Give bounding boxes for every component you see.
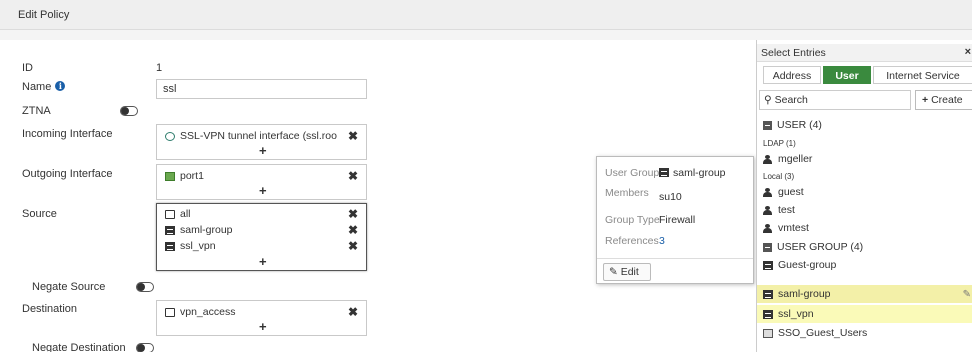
collapse-icon — [763, 120, 772, 130]
add-icon[interactable]: + — [259, 184, 267, 197]
user-icon — [763, 223, 773, 233]
header-divider — [0, 30, 972, 40]
list-item-saml-group[interactable]: saml-group ✎ — [757, 285, 972, 303]
address-icon — [165, 307, 175, 317]
port-icon — [165, 171, 175, 181]
search-icon: ⚲ — [764, 94, 772, 106]
tab-internet-service[interactable]: Internet Service — [873, 66, 972, 84]
address-icon — [165, 209, 175, 219]
incoming-entry: SSL-VPN tunnel interface (ssl.roo — [165, 129, 337, 143]
ssl-tunnel-icon — [165, 131, 175, 141]
name-label: Name i — [22, 81, 66, 93]
negate-source-toggle[interactable] — [136, 282, 154, 292]
members-value: su10 — [659, 191, 682, 203]
title-bar: Edit Policy — [0, 0, 972, 30]
user-group-value: saml-group — [659, 167, 726, 179]
select-entries-panel: Select Entries × Address User Internet S… — [756, 40, 972, 352]
edit-pencil-icon[interactable]: ✎ — [963, 289, 971, 300]
destination-label: Destination — [22, 303, 78, 315]
local-label: Local (3) — [763, 171, 795, 181]
destination-entry: vpn_access — [165, 305, 235, 319]
user-group-icon — [763, 289, 773, 299]
tab-user[interactable]: User — [823, 66, 871, 84]
search-input[interactable]: ⚲ Search — [759, 90, 911, 110]
list-item-vmtest[interactable]: vmtest — [757, 219, 972, 237]
list-item-guest[interactable]: guest — [757, 183, 972, 201]
panel-header: Select Entries × — [757, 44, 972, 62]
ztna-label: ZTNA — [22, 105, 51, 117]
outgoing-interface-label: Outgoing Interface — [22, 168, 113, 180]
add-icon[interactable]: + — [259, 255, 267, 268]
ldap-label: LDAP (1) — [763, 138, 796, 148]
close-icon[interactable]: × — [965, 46, 971, 58]
remove-icon[interactable]: ✖ — [348, 170, 358, 182]
references-link[interactable]: 3 — [659, 235, 665, 247]
list-item-mgeller[interactable]: mgeller — [757, 150, 972, 168]
create-button[interactable]: + Create — [915, 90, 972, 110]
negate-destination-label: Negate Destination — [32, 342, 126, 352]
edit-button[interactable]: ✎ Edit — [603, 263, 651, 281]
source-entry-all: all — [165, 207, 191, 221]
remove-icon[interactable]: ✖ — [348, 208, 358, 220]
incoming-interface-field[interactable]: SSL-VPN tunnel interface (ssl.roo ✖ + — [156, 124, 367, 160]
name-input[interactable]: ssl — [156, 79, 367, 99]
id-value: 1 — [156, 62, 163, 74]
panel-title: Select Entries — [761, 47, 826, 59]
user-group-key: User Group — [605, 167, 660, 179]
references-key: References — [605, 235, 659, 247]
user-group-icon — [659, 168, 669, 177]
sso-group-icon — [763, 328, 773, 338]
user-group-icon — [165, 225, 175, 235]
outgoing-entry: port1 — [165, 169, 204, 183]
user-icon — [763, 205, 773, 215]
user-section-header[interactable]: USER (4) — [757, 116, 972, 134]
remove-icon[interactable]: ✖ — [348, 240, 358, 252]
list-item-sso-guest-users[interactable]: SSO_Guest_Users — [757, 324, 972, 342]
destination-field[interactable]: vpn_access ✖ + — [156, 300, 367, 336]
remove-icon[interactable]: ✖ — [348, 130, 358, 142]
add-icon[interactable]: + — [259, 144, 267, 157]
source-entry-saml-group: saml-group — [165, 223, 233, 237]
user-group-section-header[interactable]: USER GROUP (4) — [757, 238, 972, 256]
collapse-icon — [763, 242, 772, 252]
negate-source-label: Negate Source — [32, 281, 106, 293]
negate-destination-toggle[interactable] — [136, 343, 154, 352]
window-title: Edit Policy — [18, 9, 70, 21]
add-icon[interactable]: + — [259, 320, 267, 333]
user-group-icon — [763, 260, 773, 270]
group-type-value: Firewall — [659, 214, 696, 226]
outgoing-interface-field[interactable]: port1 ✖ + — [156, 164, 367, 200]
source-entry-ssl-vpn: ssl_vpn — [165, 239, 216, 253]
incoming-interface-label: Incoming Interface — [22, 128, 113, 140]
list-item-guest-group[interactable]: Guest-group — [757, 256, 972, 274]
ztna-toggle[interactable] — [120, 106, 138, 116]
list-item-test[interactable]: test — [757, 201, 972, 219]
source-field[interactable]: all ✖ saml-group ✖ ssl_vpn ✖ + — [156, 203, 367, 271]
members-key: Members — [605, 187, 649, 199]
group-type-key: Group Type — [605, 214, 660, 226]
user-icon — [763, 187, 773, 197]
remove-icon[interactable]: ✖ — [348, 306, 358, 318]
list-item-ssl-vpn[interactable]: ssl_vpn — [757, 305, 972, 323]
remove-icon[interactable]: ✖ — [348, 224, 358, 236]
user-icon — [763, 154, 773, 164]
tab-address[interactable]: Address — [763, 66, 821, 84]
user-group-icon — [763, 309, 773, 319]
divider — [597, 258, 753, 259]
info-icon[interactable]: i — [55, 81, 66, 91]
id-label: ID — [22, 62, 33, 74]
user-group-tooltip: User Group saml-group Members su10 Group… — [596, 156, 754, 284]
user-group-icon — [165, 241, 175, 251]
source-label: Source — [22, 208, 57, 220]
